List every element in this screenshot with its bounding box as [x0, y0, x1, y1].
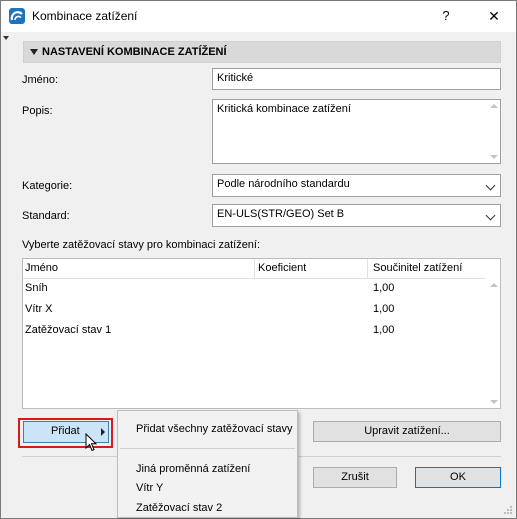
standard-label: Standard:: [22, 210, 70, 222]
scroll-up-icon[interactable]: [490, 283, 498, 287]
menu-separator: [120, 448, 295, 449]
close-icon[interactable]: ✕: [479, 5, 509, 27]
row-name: Vítr X: [25, 303, 53, 315]
standard-value: EN-ULS(STR/GEO) Set B: [217, 208, 345, 220]
column-header-coefficient[interactable]: Koeficient: [258, 262, 306, 274]
menu-item-wind-y[interactable]: Vítr Y: [136, 482, 163, 494]
row-factor: 1,00: [373, 324, 395, 336]
collapse-triangle-icon: [30, 49, 38, 55]
table-row[interactable]: Vítr X 1,00: [23, 300, 485, 320]
menu-item-load-case-2[interactable]: Zatěžovací stav 2: [136, 502, 222, 514]
column-header-name[interactable]: Jméno: [25, 262, 58, 274]
chevron-down-icon: [485, 210, 496, 221]
app-logo-icon: [9, 8, 25, 24]
chevron-down-icon: [485, 180, 496, 191]
section-title: NASTAVENÍ KOMBINACE ZATÍŽENÍ: [42, 46, 227, 58]
row-factor: 1,00: [373, 282, 395, 294]
collapse-triangle-icon: [3, 36, 9, 40]
resize-grip-icon[interactable]: [503, 505, 513, 515]
table-scrollbar[interactable]: [486, 279, 500, 408]
name-field[interactable]: Kritické: [212, 68, 501, 90]
column-header-factor[interactable]: Součinitel zatížení: [373, 262, 462, 274]
ok-button[interactable]: OK: [415, 467, 501, 488]
table-row[interactable]: Zatěžovací stav 1 1,00: [23, 321, 485, 341]
section-header[interactable]: NASTAVENÍ KOMBINACE ZATÍŽENÍ: [23, 41, 501, 63]
window-title: Kombinace zatížení: [32, 9, 138, 23]
description-label: Popis:: [22, 105, 53, 117]
help-icon[interactable]: ?: [433, 5, 459, 27]
table-header: Jméno Koeficient Součinitel zatížení: [23, 259, 485, 279]
cancel-button[interactable]: Zrušit: [313, 467, 397, 488]
scroll-down-icon[interactable]: [490, 400, 498, 404]
add-button-label: Přidat: [51, 425, 80, 437]
menu-item-other-variable[interactable]: Jiná proměnná zatížení: [136, 463, 250, 475]
title-bar: Kombinace zatížení ? ✕: [1, 1, 516, 32]
submenu-arrow-icon: [101, 428, 105, 436]
load-cases-prompt: Vyberte zatěžovací stavy pro kombinaci z…: [22, 239, 261, 251]
description-field[interactable]: Kritická kombinace zatížení: [212, 99, 501, 164]
load-cases-table[interactable]: Jméno Koeficient Součinitel zatížení Sní…: [22, 258, 501, 409]
column-divider: [254, 259, 255, 279]
row-name: Zatěžovací stav 1: [25, 324, 112, 336]
mouse-pointer-icon: [85, 433, 98, 452]
scroll-up-icon[interactable]: [490, 104, 498, 108]
row-factor: 1,00: [373, 303, 395, 315]
menu-item-add-all[interactable]: Přidat všechny zatěžovací stavy: [136, 423, 293, 435]
category-value: Podle národního standardu: [217, 178, 350, 190]
name-value: Kritické: [217, 72, 254, 84]
scroll-down-icon[interactable]: [490, 155, 498, 159]
category-select[interactable]: Podle národního standardu: [212, 174, 501, 197]
row-name: Sníh: [25, 282, 48, 294]
standard-select[interactable]: EN-ULS(STR/GEO) Set B: [212, 204, 501, 227]
column-divider: [367, 259, 368, 279]
edit-loads-button[interactable]: Upravit zatížení...: [313, 421, 501, 442]
add-dropdown-menu: Přidat všechny zatěžovací stavy Jiná pro…: [117, 410, 298, 518]
dialog-window: Kombinace zatížení ? ✕ NASTAVENÍ KOMBINA…: [0, 0, 517, 519]
category-label: Kategorie:: [22, 180, 73, 192]
table-row[interactable]: Sníh 1,00: [23, 279, 485, 299]
description-value: Kritická kombinace zatížení: [217, 103, 351, 115]
description-scrollbar[interactable]: [486, 100, 500, 163]
name-label: Jméno:: [22, 74, 59, 86]
